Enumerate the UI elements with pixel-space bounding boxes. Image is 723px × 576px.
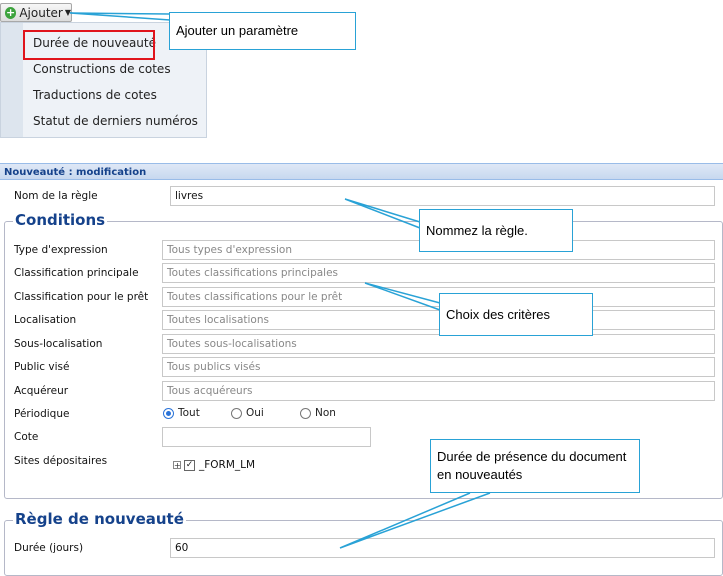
callout-duration-text-1: Durée de présence du document <box>437 449 627 464</box>
callout-criteria: Choix des critères <box>439 293 593 336</box>
connector-criteria <box>364 282 441 311</box>
connector-name-rule <box>344 198 421 229</box>
callout-name-rule: Nommez la règle. <box>419 209 573 252</box>
callout-criteria-text: Choix des critères <box>446 307 551 322</box>
callout-add-param-text: Ajouter un paramètre <box>176 23 299 38</box>
callout-add-param: Ajouter un paramètre <box>169 12 356 50</box>
callout-duration-text-2: en nouveautés <box>437 467 523 482</box>
callout-name-rule-text: Nommez la règle. <box>426 223 528 238</box>
connector-duration <box>339 492 491 549</box>
connector-add-param <box>69 12 171 21</box>
callout-duration: Durée de présence du document en nouveau… <box>430 439 640 493</box>
